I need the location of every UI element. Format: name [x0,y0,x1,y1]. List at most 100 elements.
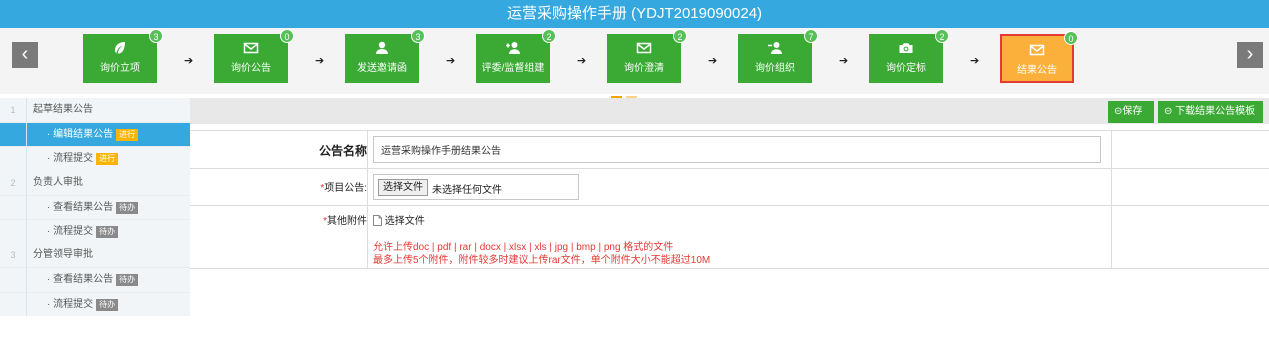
save-label: 保存 [1122,106,1143,117]
step-count-badge: 2 [673,29,687,43]
step-count-badge: 7 [804,29,818,43]
download-icon: ⊝ [1164,106,1176,117]
sidebar-item[interactable]: · 流程提交 待办 [0,218,190,244]
sidebar-label: · 流程提交 待办 [47,220,119,244]
step-number [0,219,27,244]
sidebar-item[interactable]: · 编辑结果公告 进行 [0,122,190,147]
step-number [0,195,27,219]
step-progress-bar: ‹ 询价立项 3 ➔ 询价公告 0 ➔ 发送邀请函 3 ➔ 评委/监督组建 2 ➔ 询价澄清 2 ➔ 询价组织… [0,28,1269,98]
arrow-right-icon: ➔ [839,55,849,67]
sidebar-item[interactable]: · 查看结果公告 待办 [0,194,190,220]
step-count-badge: 3 [149,29,163,43]
sidebar-group: 3 分管领导审批 [0,243,190,268]
envelope-icon [214,40,288,62]
sidebar-label: · 查看结果公告 待办 [47,268,139,292]
step-number: 3 [0,243,27,268]
project-file-label: *项目公告: [320,183,367,194]
status-badge: 进行 [96,153,119,166]
prev-steps-button[interactable]: ‹ [12,42,38,68]
announcement-form: 公告名称 *项目公告: 选择文件 未选择任何文件 *其他附件 选择文件 允许上传… [190,130,1269,269]
step-count-badge: 2 [542,29,556,43]
step-7[interactable]: 询价定标 2 [869,29,949,83]
choose-attachment-link[interactable]: 选择文件 [373,212,425,227]
step-6[interactable]: 询价组织 7 [738,29,818,83]
sidebar-label: · 流程提交 进行 [47,147,119,171]
step-label: 发送邀请函 [357,63,407,74]
form-row-project-file: *项目公告: 选择文件 未选择任何文件 [190,169,1269,206]
project-file-cell: 选择文件 未选择任何文件 [367,169,1112,205]
step-count-badge: 3 [411,29,425,43]
sidebar-label: 分管领导审批 [33,249,93,261]
envelope-icon [607,40,681,62]
step-number [0,268,27,292]
step-2[interactable]: 询价公告 0 [214,29,294,83]
step-number: 2 [0,170,27,195]
file-icon [373,215,382,226]
sidebar-label: · 流程提交 待办 [47,293,119,317]
sidebar-item[interactable]: · 流程提交 待办 [0,291,190,317]
step-label: 询价立项 [100,63,140,74]
step-3[interactable]: 发送邀请函 3 [345,29,425,83]
leaf-icon [83,40,157,62]
toolbar: ⊝保存 ⊝ 下载结果公告模板 [190,98,1269,124]
status-badge: 待办 [96,225,119,238]
user-minus-icon [738,40,812,62]
arrow-right-icon: ➔ [446,55,456,67]
sidebar-label: · 查看结果公告 待办 [47,196,139,220]
form-row-attachments: *其他附件 选择文件 允许上传doc | pdf | rar | docx | … [190,206,1269,269]
name-field-cell [367,131,1112,168]
step-label: 询价定标 [886,63,926,74]
name-label: 公告名称 [318,144,367,158]
step-5[interactable]: 询价澄清 2 [607,29,687,83]
step-number [0,147,27,171]
file-status-text: 未选择任何文件 [432,185,502,196]
sidebar-label: 负责人审批 [33,176,83,188]
step-label: 询价澄清 [624,63,664,74]
step-label: 评委/监督组建 [481,63,545,74]
camera-icon [869,40,943,62]
step-label: 结果公告 [1017,65,1057,76]
step-count-badge: 0 [280,29,294,43]
sidebar-label: 起草结果公告 [33,104,93,115]
page-title: 运营采购操作手册 (YDJT2019090024) [0,0,1269,28]
step-8[interactable]: 结果公告 0 [1000,31,1078,83]
status-badge: 待办 [116,274,139,287]
sidebar-group: 1 起草结果公告 [0,98,190,123]
arrow-right-icon: ➔ [315,55,325,67]
upload-limit-hint: 最多上传5个附件，附件较多时建议上传rar文件，单个附件大小不能超过10M [373,255,711,266]
next-steps-button[interactable]: › [1237,42,1263,68]
user-plus-icon [476,40,550,62]
download-template-button[interactable]: ⊝ 下载结果公告模板 [1158,101,1263,123]
sidebar-group: 2 负责人审批 [0,170,190,195]
step-count-badge: 2 [935,29,949,43]
sidebar-item[interactable]: · 流程提交 进行 [0,146,190,171]
step-count-badge: 0 [1064,31,1078,45]
envelope-icon [1002,42,1072,64]
step-label: 询价公告 [231,63,271,74]
project-file-input[interactable]: 选择文件 未选择任何文件 [373,174,579,200]
announcement-name-input[interactable] [373,136,1101,163]
arrow-right-icon: ➔ [577,55,587,67]
user-icon [345,40,419,62]
save-button[interactable]: ⊝保存 [1108,101,1154,123]
step-1[interactable]: 询价立项 3 [83,29,163,83]
step-label: 询价组织 [755,63,795,74]
attachments-label: *其他附件 [323,216,367,227]
step-number: 1 [0,98,27,123]
status-badge: 待办 [96,298,119,311]
form-row-name: 公告名称 [190,130,1269,169]
step-4[interactable]: 评委/监督组建 2 [476,29,556,83]
choose-file-button[interactable]: 选择文件 [378,179,428,196]
status-badge: 进行 [116,129,139,142]
workflow-sidebar: 1 起草结果公告 · 编辑结果公告 进行 · 流程提交 进行 2 负责人审批 · 查看结果公告待… [0,98,190,316]
attachments-cell: 选择文件 允许上传doc | pdf | rar | docx | xlsx |… [367,206,1112,268]
status-badge: 待办 [116,201,139,214]
sidebar-label: · 编辑结果公告 进行 [47,123,139,147]
step-number [0,292,27,316]
download-label: 下载结果公告模板 [1175,106,1256,117]
sidebar-item[interactable]: · 查看结果公告 待办 [0,267,190,292]
arrow-right-icon: ➔ [184,55,194,67]
arrow-right-icon: ➔ [708,55,718,67]
arrow-right-icon: ➔ [970,55,980,67]
step-number [0,123,27,147]
